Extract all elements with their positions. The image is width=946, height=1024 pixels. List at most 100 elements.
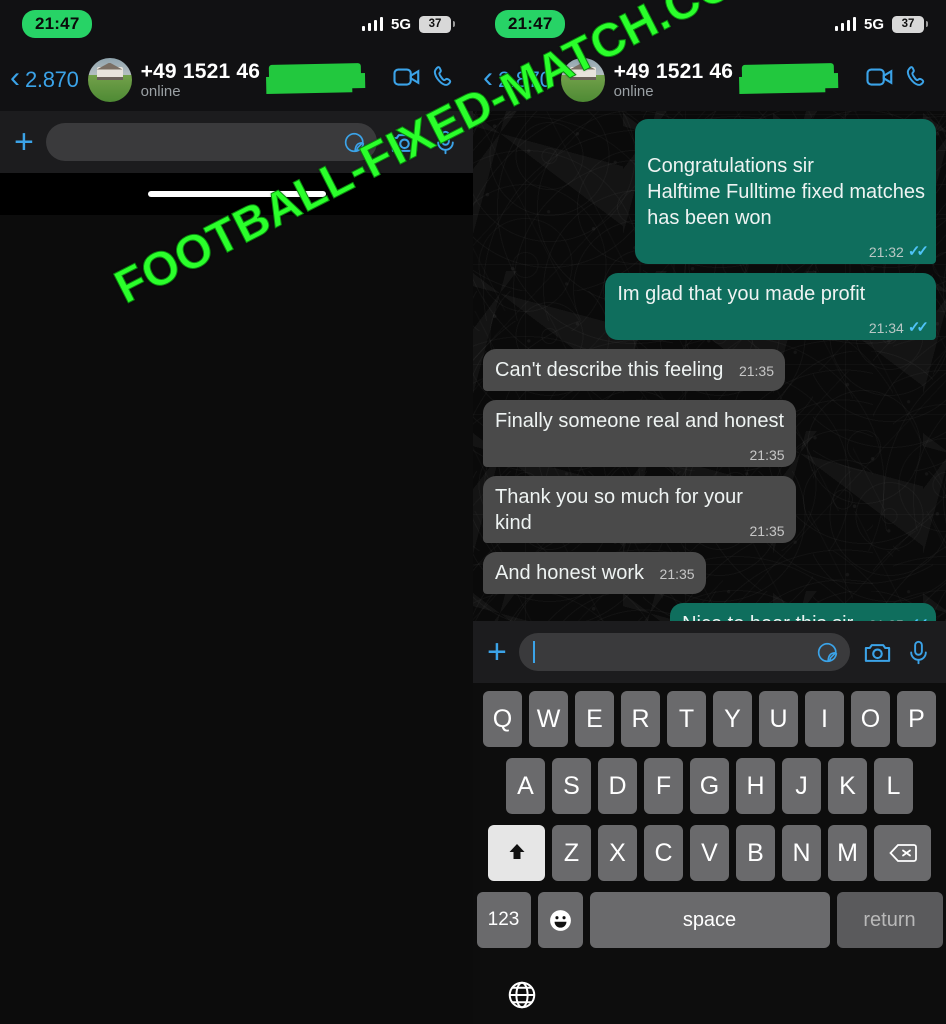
backspace-icon[interactable]	[874, 825, 931, 881]
chevron-left-icon: ‹	[483, 61, 493, 94]
key-b[interactable]: B	[736, 825, 775, 881]
network-type-label: 5G	[863, 15, 884, 33]
message-bubble[interactable]: And honest work 21:35	[483, 552, 706, 594]
message-row-outgoing: Congratulations sir Halftime Fulltime fi…	[483, 119, 936, 264]
right-chat-header: ‹ 2.870 +49 1521 46 online	[473, 48, 946, 111]
home-indicator	[147, 191, 326, 197]
message-input[interactable]	[45, 123, 377, 161]
back-count-label: 2.870	[25, 66, 79, 92]
contact-info[interactable]: +49 1521 46 online	[614, 60, 856, 100]
signal-bars-icon	[361, 17, 383, 31]
phone-icon[interactable]	[431, 63, 459, 96]
message-input[interactable]	[518, 633, 850, 671]
message-meta: 21:35	[750, 518, 785, 544]
left-input-bar: +	[0, 111, 473, 173]
redaction-mark-phone	[741, 62, 834, 88]
key-space[interactable]: space	[589, 892, 830, 948]
message-meta: 21:32 ✓✓	[868, 239, 929, 265]
camera-icon[interactable]	[389, 127, 420, 158]
sticker-icon[interactable]	[342, 130, 367, 155]
back-button[interactable]: ‹ 2.870	[483, 61, 552, 94]
key-n[interactable]: N	[782, 825, 821, 881]
key-k[interactable]: K	[828, 758, 867, 814]
message-text: Im glad that you made profit	[617, 283, 866, 305]
message-bubble[interactable]: Im glad that you made profit 21:34 ✓✓	[605, 273, 936, 340]
keyboard-row-3: Z X C V B N M	[476, 825, 943, 881]
keyboard-row-1: Q W E R T Y U I O P	[476, 691, 943, 747]
video-camera-icon[interactable]	[865, 62, 895, 97]
left-phone-screenshot: 21:47 5G 37 ‹ 2.870 +49 1521 46 online +	[0, 0, 473, 1024]
message-bubble[interactable]: Finally someone real and honest 21:35	[483, 400, 796, 467]
sticker-icon[interactable]	[815, 640, 840, 665]
key-o[interactable]: O	[851, 691, 890, 747]
plus-icon[interactable]: +	[487, 635, 507, 669]
message-bubble[interactable]: Nice to hear this sir 21:35 ✓✓	[670, 603, 936, 621]
microphone-icon[interactable]	[432, 129, 459, 156]
dual-screenshot-stage: 21:47 5G 37 ‹ 2.870 +49 1521 46 online +…	[0, 0, 946, 1024]
contact-info[interactable]: +49 1521 46 online	[141, 60, 383, 100]
avatar[interactable]	[560, 57, 605, 102]
message-time: 21:35	[749, 523, 785, 539]
key-i[interactable]: I	[805, 691, 844, 747]
message-time: 21:35	[659, 566, 695, 582]
key-q[interactable]: Q	[483, 691, 522, 747]
message-bubble[interactable]: Thank you so much for your kind 21:35	[483, 476, 796, 543]
message-meta: 21:35	[739, 358, 774, 384]
right-message-list: Congratulations sir Halftime Fulltime fi…	[473, 111, 946, 621]
right-chat-body[interactable]: Congratulations sir Halftime Fulltime fi…	[473, 111, 946, 621]
battery-icon: 37	[419, 15, 455, 33]
key-u[interactable]: U	[759, 691, 798, 747]
key-r[interactable]: R	[621, 691, 660, 747]
phone-icon[interactable]	[904, 63, 932, 96]
message-row-incoming: And honest work 21:35	[483, 552, 936, 594]
back-button[interactable]: ‹ 2.870	[10, 63, 79, 93]
avatar[interactable]	[87, 57, 132, 102]
message-meta: 21:34 ✓✓	[868, 315, 929, 341]
key-l[interactable]: L	[874, 758, 913, 814]
globe-icon[interactable]	[506, 979, 538, 1011]
key-e[interactable]: E	[575, 691, 614, 747]
on-screen-keyboard: Q W E R T Y U I O P A S D F G H J K L Z …	[473, 683, 946, 1024]
shift-up-arrow-icon[interactable]	[488, 825, 545, 881]
message-row-incoming: Finally someone real and honest 21:35	[483, 400, 936, 467]
status-indicators: 5G 37	[361, 15, 455, 33]
right-input-bar: +	[473, 621, 946, 683]
read-receipt-icon: ✓✓	[907, 319, 929, 336]
message-meta: 21:35	[660, 561, 695, 587]
key-a[interactable]: A	[506, 758, 545, 814]
back-count-label: 2.870	[498, 66, 552, 92]
key-h[interactable]: H	[736, 758, 775, 814]
network-type-label: 5G	[390, 15, 411, 33]
emoji-smiley-icon[interactable]	[537, 892, 583, 948]
message-bubble[interactable]: Can't describe this feeling 21:35	[483, 349, 785, 391]
key-s[interactable]: S	[552, 758, 591, 814]
camera-icon[interactable]	[862, 637, 893, 668]
message-text: Can't describe this feeling	[495, 359, 724, 381]
key-c[interactable]: C	[644, 825, 683, 881]
key-w[interactable]: W	[529, 691, 568, 747]
key-f[interactable]: F	[644, 758, 683, 814]
key-return[interactable]: return	[836, 892, 943, 948]
key-y[interactable]: Y	[713, 691, 752, 747]
plus-icon[interactable]: +	[14, 125, 34, 159]
video-camera-icon[interactable]	[392, 62, 422, 97]
key-x[interactable]: X	[598, 825, 637, 881]
microphone-icon[interactable]	[905, 639, 932, 666]
key-d[interactable]: D	[598, 758, 637, 814]
message-time: 21:32	[868, 244, 904, 260]
key-t[interactable]: T	[667, 691, 706, 747]
redaction-mark-phone	[268, 62, 361, 88]
key-numbers[interactable]: 123	[476, 892, 531, 948]
key-m[interactable]: M	[828, 825, 867, 881]
key-g[interactable]: G	[690, 758, 729, 814]
message-time: 21:34	[868, 320, 904, 336]
message-row-incoming: Thank you so much for your kind 21:35	[483, 476, 936, 543]
message-bubble[interactable]: Congratulations sir Halftime Fulltime fi…	[635, 119, 936, 264]
message-text: Finally someone real and honest	[495, 410, 785, 432]
keyboard-row-4: 123 space return	[476, 892, 943, 948]
left-status-bar: 21:47 5G 37	[0, 0, 473, 48]
key-j[interactable]: J	[782, 758, 821, 814]
key-p[interactable]: P	[897, 691, 936, 747]
key-v[interactable]: V	[690, 825, 729, 881]
key-z[interactable]: Z	[552, 825, 591, 881]
